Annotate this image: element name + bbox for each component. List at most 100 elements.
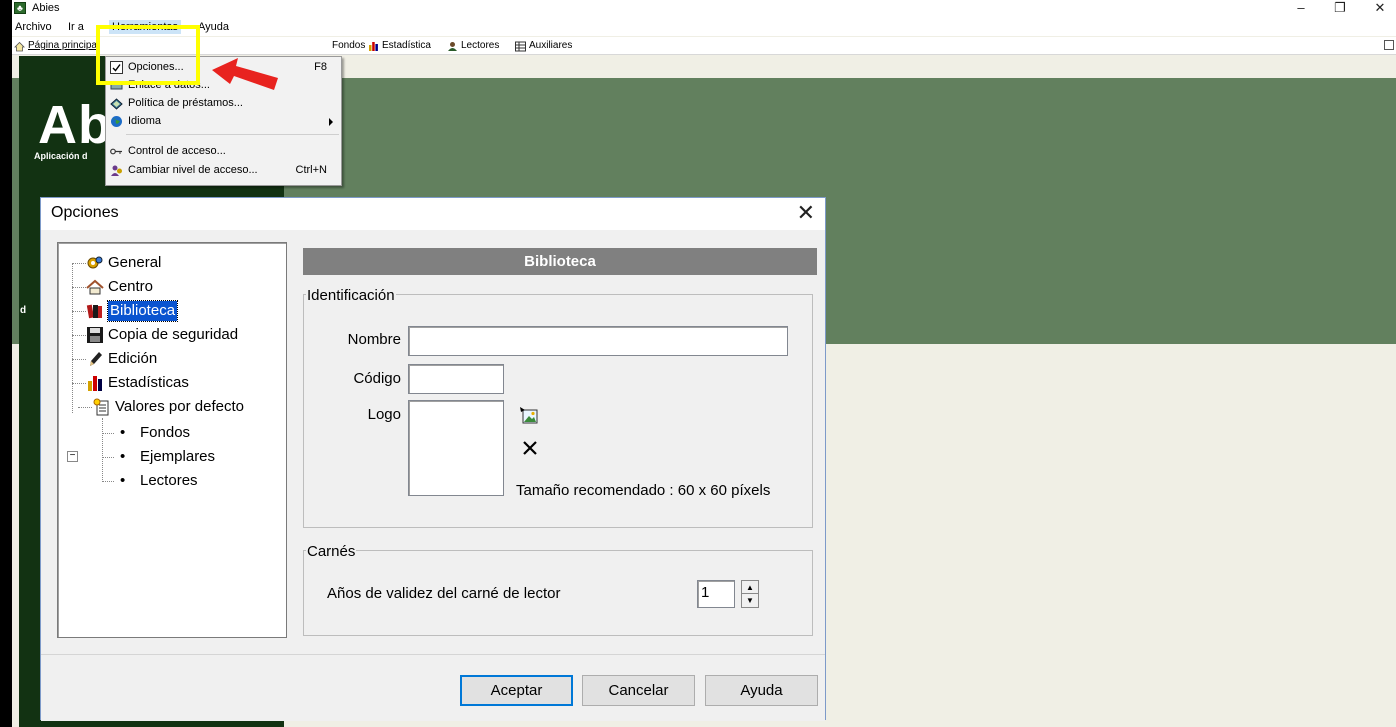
dropdown-item-cambiar-nivel[interactable]: Cambiar nivel de acceso... Ctrl+N	[106, 162, 341, 179]
restore-button[interactable]: ❐	[1325, 0, 1355, 18]
tree-label: Estadísticas	[108, 374, 189, 391]
tree-expander-button[interactable]: −	[67, 451, 78, 462]
tree-line	[72, 383, 86, 384]
tree-label: Biblioteca	[106, 300, 179, 322]
dropdown-label: Política de préstamos...	[128, 97, 243, 109]
tree-label: Edición	[108, 350, 158, 367]
tree-label: Ejemplares	[140, 448, 216, 465]
dropdown-separator	[126, 134, 339, 135]
menu-ir-a[interactable]: Ir a	[65, 20, 87, 34]
tree-line	[72, 335, 86, 336]
years-validity-input[interactable]: 1	[697, 580, 735, 608]
toolbar-auxiliares[interactable]: Auxiliares	[515, 39, 572, 53]
dropdown-item-politica-prestamos[interactable]: Política de préstamos...	[106, 95, 341, 112]
spinner-down-icon[interactable]: ▼	[742, 594, 758, 607]
floppy-icon	[87, 327, 103, 343]
globe-icon	[111, 116, 122, 127]
toolbar-estadistica[interactable]: Estadística	[368, 39, 431, 53]
menu-ayuda[interactable]: Ayuda	[195, 20, 232, 34]
toolbar-home[interactable]: Página principal	[14, 39, 99, 53]
highlight-box-herramientas	[96, 25, 200, 85]
document-icon	[93, 398, 109, 416]
delete-image-icon[interactable]	[521, 439, 539, 457]
app-tree-icon: ♣	[14, 2, 26, 14]
minimize-button[interactable]: –	[1286, 0, 1316, 18]
nombre-label: Nombre	[347, 331, 401, 348]
panel-header: Biblioteca	[303, 248, 817, 275]
window-title: Abies	[32, 2, 60, 14]
tree-line	[72, 287, 86, 288]
dropdown-label: Control de acceso...	[128, 145, 226, 157]
house-icon	[86, 279, 104, 295]
bar-chart-icon	[369, 41, 378, 51]
toolbar-lectores[interactable]: Lectores	[447, 39, 499, 53]
loan-policy-icon	[110, 98, 123, 110]
dropdown-label: Idioma	[128, 115, 162, 127]
dropdown-shortcut: Ctrl+N	[295, 164, 327, 176]
load-image-icon[interactable]	[519, 406, 539, 426]
dropdown-item-idioma[interactable]: Idioma	[106, 113, 341, 130]
toolbar-edge-icon[interactable]	[1384, 40, 1394, 50]
logo-image-box[interactable]	[408, 400, 504, 496]
abies-logo-subtitle: Aplicación d	[34, 151, 88, 161]
tree-label: Valores por defecto	[115, 398, 244, 415]
tree-label: Centro	[108, 278, 154, 295]
bullet-icon: •	[120, 472, 126, 489]
reader-icon	[448, 41, 457, 51]
toolbar-fondos-label: Fondos	[332, 40, 366, 51]
table-icon	[515, 41, 526, 51]
tree-line	[102, 457, 114, 458]
cancel-button[interactable]: Cancelar	[582, 675, 695, 706]
carnes-legend: Carnés	[306, 543, 357, 560]
nombre-input[interactable]	[408, 326, 788, 356]
dropdown-label: Cambiar nivel de acceso...	[128, 164, 258, 176]
spinner-up-icon[interactable]: ▲	[742, 581, 758, 594]
tree-label: Copia de seguridad	[108, 326, 239, 343]
identificacion-legend: Identificación	[306, 287, 396, 304]
key-icon	[110, 148, 122, 155]
toolbar-lectores-label: Lectores	[461, 40, 500, 51]
dialog-title: Opciones	[51, 204, 119, 221]
tree-line	[72, 359, 86, 360]
access-level-icon	[111, 165, 122, 176]
tree-line	[102, 481, 114, 482]
codigo-input[interactable]	[408, 364, 504, 394]
tree-line	[72, 311, 86, 312]
books-icon	[86, 304, 102, 319]
bullet-icon: •	[120, 424, 126, 441]
dropdown-item-control-acceso[interactable]: Control de acceso...	[106, 143, 341, 160]
codigo-label: Código	[353, 370, 401, 387]
toolbar: Página principal Fondos Estadística Lect…	[12, 37, 1396, 55]
side-letter: d	[20, 305, 27, 316]
tree-label: Lectores	[140, 472, 198, 489]
tree-label: General	[108, 254, 162, 271]
help-button[interactable]: Ayuda	[705, 675, 818, 706]
tree-label: Fondos	[140, 424, 191, 441]
dialog-close-button[interactable]: ✕	[797, 200, 815, 226]
tree-line	[72, 263, 86, 264]
pencil-icon	[90, 352, 102, 366]
logo-label: Logo	[367, 406, 401, 423]
menu-archivo[interactable]: Archivo	[12, 20, 55, 34]
application-window: ♣ Abies – ❐ ✕ Archivo Ir a Herramientas …	[12, 0, 1396, 727]
toolbar-home-label: Página principal	[28, 40, 100, 51]
options-tree: General Centro Biblioteca Copia de segur…	[57, 242, 287, 638]
dialog-title-bar: Opciones ✕	[41, 198, 825, 230]
recommended-size-text: Tamaño recomendado : 60 x 60 píxels	[516, 482, 771, 499]
toolbar-fondos[interactable]: Fondos	[332, 39, 365, 53]
home-icon	[14, 41, 25, 51]
menu-bar: Archivo Ir a Herramientas Ayuda	[12, 18, 1396, 36]
close-window-button[interactable]: ✕	[1365, 0, 1395, 18]
accept-button[interactable]: Aceptar	[460, 675, 573, 706]
bullet-icon: •	[120, 448, 126, 465]
submenu-arrow-icon	[329, 118, 333, 126]
tree-line	[102, 418, 103, 482]
bar-chart-icon	[88, 376, 102, 391]
title-bar: ♣ Abies – ❐ ✕	[12, 0, 1396, 18]
options-dialog: Opciones ✕ General Centro Biblioteca Cop…	[40, 197, 826, 721]
years-spinner[interactable]: ▲ ▼	[741, 580, 759, 608]
tree-line	[102, 433, 114, 434]
tree-line	[78, 407, 92, 408]
toolbar-auxiliares-label: Auxiliares	[529, 40, 573, 51]
tree-line	[72, 263, 73, 413]
